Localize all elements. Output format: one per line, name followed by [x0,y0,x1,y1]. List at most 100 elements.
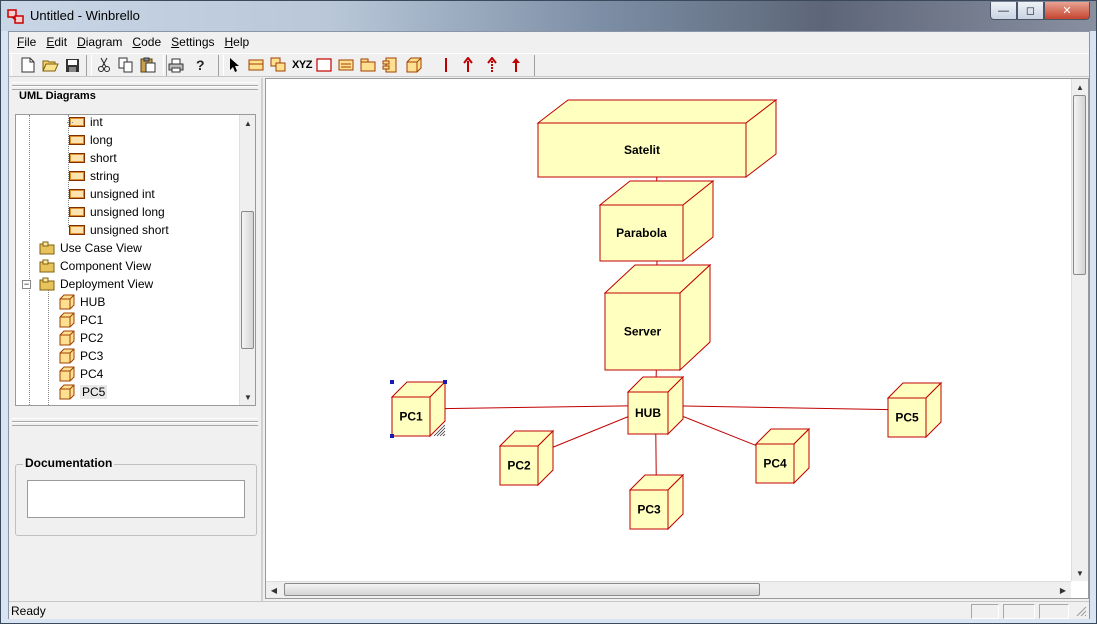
realization-tool-button[interactable] [507,56,525,74]
node-hub[interactable]: HUB [626,375,685,436]
node-parabola[interactable]: Parabola [598,179,715,263]
selection-handle[interactable] [390,434,394,438]
pointer-button[interactable] [225,56,243,74]
diagram-canvas[interactable]: Satelit Parabola Server HUB PC1 PC2 PC3 PC4 PC5 … [265,78,1089,599]
menu-file[interactable]: File [13,35,40,49]
close-icon: ✕ [1062,5,1072,17]
node-label-pc1: PC1 [399,410,423,424]
node-pc4[interactable]: PC4 [754,427,811,485]
rectangle-tool-button[interactable] [315,56,333,74]
interface-tool-button[interactable] [269,56,287,74]
copy-icon [118,57,133,73]
deployment-diagram[interactable]: Satelit Parabola Server HUB PC1 PC2 PC3 PC4 PC5 [266,79,1072,582]
dependency-tool-button[interactable] [459,56,477,74]
copy-button[interactable] [117,56,135,74]
tree-item-pc1[interactable]: PC1 [58,311,103,329]
tree-item-pc4[interactable]: PC4 [58,365,103,383]
node-satelit[interactable]: Satelit [536,98,778,179]
menu-diagram[interactable]: Diagram [73,35,126,49]
node-pc2[interactable]: PC2 [498,429,555,487]
tree-item-pc5[interactable]: PC5 [58,383,108,401]
node-pc3[interactable]: PC3 [628,473,685,531]
menu-help-mnemonic: H [224,34,234,49]
node-server[interactable]: Server [603,263,712,372]
title-bar[interactable]: Untitled - Winbrello — ◻ ✕ [1,1,1096,31]
resize-grip-icon[interactable] [1075,605,1087,617]
tree-item-hub[interactable]: HUB [58,293,105,311]
component-tool-button[interactable] [381,56,399,74]
minimize-button[interactable]: — [990,2,1017,20]
new-icon [21,57,35,73]
menu-help[interactable]: Help [221,35,254,49]
tree-item-short[interactable]: short [68,149,117,167]
tree-item-component-view[interactable]: Component View [38,257,151,275]
tree-item-label: long [90,133,113,147]
node-tree-icon [58,294,76,310]
node-pc5[interactable]: PC5 [886,381,943,439]
minimize-icon: — [998,4,1009,17]
canvas-vscroll-thumb[interactable] [1073,95,1086,275]
node-tool-button[interactable] [405,56,423,74]
tree-item-unsigned-short[interactable]: unsigned short [68,221,169,239]
canvas-horizontal-scrollbar[interactable]: ◀ ▶ [266,581,1071,598]
scroll-thumb[interactable] [241,211,254,349]
documentation-label: Documentation [23,456,115,470]
menu-code[interactable]: Code [128,35,165,49]
association-tool-button[interactable] [437,56,455,74]
tree-item-pc2[interactable]: PC2 [58,329,103,347]
tree-item-label: PC4 [80,367,104,381]
help-button[interactable]: ? [191,56,209,74]
generalization-icon [487,57,497,72]
class-icon [248,59,264,71]
node-pc1[interactable]: PC1 [390,380,447,438]
tree-item-unsigned-long[interactable]: unsigned long [68,203,165,221]
menu-settings[interactable]: Settings [167,35,218,49]
maximize-button[interactable]: ◻ [1017,2,1044,20]
status-panel-3 [1039,604,1069,619]
new-button[interactable] [19,56,37,74]
canvas-hscroll-thumb[interactable] [284,583,760,596]
tree-item-pc3[interactable]: PC3 [58,347,103,365]
menu-code-label: ode [141,34,162,49]
canvas-vertical-scrollbar[interactable]: ▲ ▼ [1071,79,1088,581]
tree-item-deployment-view[interactable]: − Deployment View [22,275,153,293]
menu-edit[interactable]: Edit [42,35,71,49]
app-window: Untitled - Winbrello — ◻ ✕ File Edit Dia… [0,0,1097,624]
status-panel-1 [971,604,999,619]
client-area: File Edit Diagram Code Settings Help ? X… [8,31,1090,619]
collapse-toggle-icon[interactable]: − [22,279,31,289]
tree-item-use-case-view[interactable]: Use Case View [38,239,142,257]
print-button[interactable] [167,56,185,74]
package-tool-button[interactable] [359,56,377,74]
canvas-scroll-down-icon[interactable]: ▼ [1072,565,1088,581]
tree-item-unsigned-int[interactable]: unsigned int [68,185,155,203]
tree-scrollbar[interactable]: ▲ ▼ [239,115,255,405]
scroll-down-icon[interactable]: ▼ [240,389,255,405]
canvas-scroll-left-icon[interactable]: ◀ [266,582,282,598]
association-line-hub-pc1[interactable] [418,405,656,410]
canvas-scroll-right-icon[interactable]: ▶ [1055,582,1071,598]
class-tool-button[interactable] [247,56,265,74]
generalization-tool-button[interactable] [483,56,501,74]
note-tool-button[interactable] [337,56,355,74]
selection-handle[interactable] [390,380,394,384]
text-tool-button[interactable]: XYZ [290,56,314,74]
tree-item-string[interactable]: string [68,167,119,185]
menu-code-mnemonic: C [132,34,142,49]
documentation-field[interactable] [27,480,245,518]
selection-handle[interactable] [443,380,447,384]
close-button[interactable]: ✕ [1044,2,1090,20]
canvas-scroll-up-icon[interactable]: ▲ [1072,79,1088,95]
scroll-up-icon[interactable]: ▲ [240,115,255,131]
paste-button[interactable] [139,56,157,74]
open-button[interactable] [41,56,59,74]
print-icon [168,58,184,72]
model-tree[interactable]: int long short string unsigned int unsig… [15,114,256,406]
association-line-hub-pc5[interactable] [655,405,915,411]
tree-item-long[interactable]: long [68,131,113,149]
tree-item-int[interactable]: int [67,115,103,131]
cut-button[interactable] [95,56,113,74]
menu-edit-label: dit [54,34,68,49]
rectangle-icon [316,58,332,72]
save-button[interactable] [63,56,81,74]
